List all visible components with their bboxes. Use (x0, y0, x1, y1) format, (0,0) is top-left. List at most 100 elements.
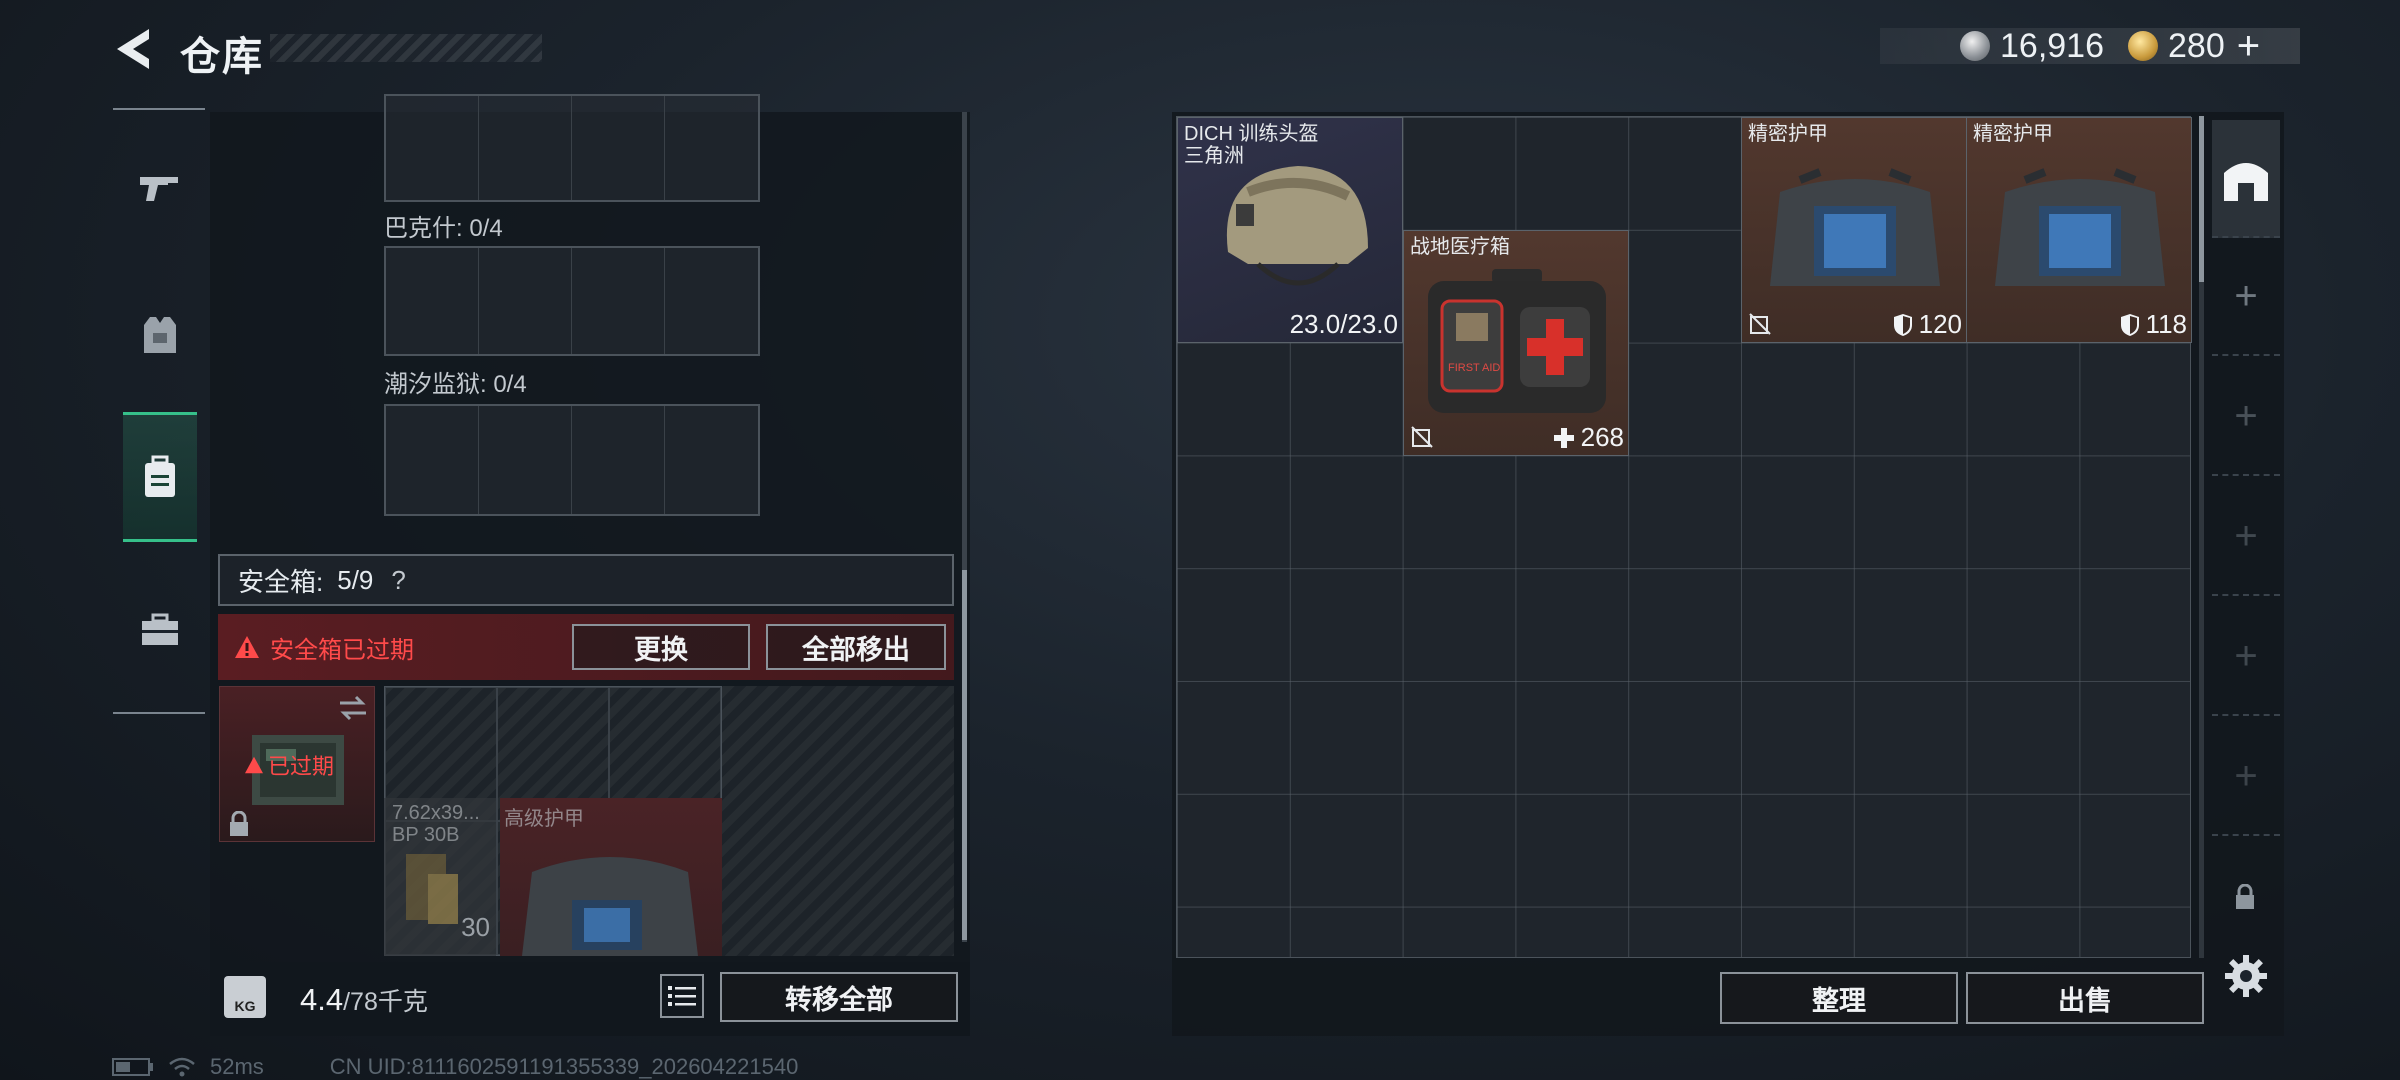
helmet-name: DICH 训练头盔 (1184, 123, 1319, 145)
add-icon: + (2234, 633, 2258, 678)
warning-icon (235, 636, 259, 658)
silver-currency-value: 16,916 (2000, 26, 2104, 65)
toolbox-icon (142, 613, 178, 645)
add-icon: + (2234, 753, 2258, 798)
expired-tag-text: 已过期 (268, 754, 335, 779)
lock-icon (230, 811, 248, 836)
tab-weapons[interactable] (123, 124, 197, 254)
tab-backpack[interactable] (123, 412, 197, 542)
back-arrow-icon (117, 29, 149, 69)
gear-icon (2225, 955, 2267, 997)
stash-home-icon (2224, 163, 2268, 201)
gun-icon (140, 177, 178, 201)
shield-icon (2120, 313, 2139, 336)
medkit-heal-amount: 268 (1580, 422, 1624, 452)
armor-2-durability: 118 (2120, 309, 2187, 340)
battery-icon (112, 1058, 153, 1076)
title-decoration (270, 34, 542, 62)
safebox-header: 安全箱: 5/9 ? (218, 554, 954, 606)
ping-value: 52ms (210, 1054, 264, 1079)
add-icon: + (2234, 393, 2258, 438)
safebox-expired-text: 安全箱已过期 (270, 636, 414, 664)
currency-bar: 16,916 280 + (1880, 24, 2300, 68)
safebox-slot[interactable]: 已过期 (219, 686, 375, 842)
list-icon (668, 986, 696, 1006)
stash-item-armor-1[interactable]: 精密护甲 120 (1741, 117, 1967, 343)
stash-page-main[interactable] (2212, 120, 2280, 238)
armor-2-icon (1995, 168, 2165, 286)
weight-icon: KG (224, 976, 266, 1018)
stash-page-add-3[interactable]: + (2212, 478, 2280, 596)
medkit-name: 战地医疗箱 (1410, 236, 1510, 258)
slot-grid-1[interactable] (384, 246, 760, 356)
shield-icon (1893, 313, 1912, 336)
stash-item-medkit[interactable]: 战地医疗箱 FIRST AID 268 (1403, 230, 1629, 456)
add-icon: + (2234, 513, 2258, 558)
weight-readout: 4.4/78千克 (300, 982, 428, 1018)
warning-small-icon (245, 756, 263, 774)
settings-button[interactable] (2224, 954, 2268, 1003)
sell-button[interactable]: 出售 (1966, 972, 2204, 1024)
helmet-icon (1226, 166, 1368, 286)
status-bar: 52ms CN UID:8111602591191355339_20260422… (112, 1054, 798, 1080)
ammo-name: 7.62x39... BP 30B (392, 802, 480, 846)
transfer-all-button[interactable]: 转移全部 (720, 972, 958, 1022)
lock-icon (2236, 883, 2254, 909)
page-title: 仓库 (180, 35, 264, 79)
weight-current: 4.4 (300, 982, 344, 1017)
wifi-icon (169, 1057, 195, 1077)
gold-coin-icon (2128, 31, 2158, 61)
stash-item-armor-2[interactable]: 精密护甲 118 (1966, 117, 2192, 343)
add-currency-button[interactable]: + (2237, 24, 2260, 69)
slot-grid-2[interactable] (384, 404, 760, 516)
ammo-count: 30 (461, 912, 490, 942)
slot-group-label-1: 巴克什: 0/4 (384, 215, 503, 242)
list-view-button[interactable] (660, 974, 704, 1018)
armor-2-name: 精密护甲 (1973, 123, 2053, 145)
no-insurance-icon (1411, 426, 1433, 448)
tab-toolbox[interactable] (123, 565, 197, 695)
stash-page-add-1[interactable]: + (2212, 238, 2280, 356)
ammo-icon (406, 854, 458, 924)
medkit-icon: FIRST AID (1428, 269, 1606, 413)
stash-lock-button[interactable] (2234, 883, 2256, 915)
stash-item-helmet[interactable]: DICH 训练头盔 三角洲 23.0/23.0 (1177, 117, 1403, 343)
armor-1-value: 120 (1918, 309, 1962, 339)
swap-icon[interactable] (338, 695, 368, 721)
armor-2-value: 118 (2145, 309, 2187, 339)
replace-button[interactable]: 更换 (572, 624, 750, 670)
left-scrollbar-thumb[interactable] (962, 570, 967, 940)
safebox-count: 5/9 (337, 564, 374, 595)
medkit-label-text: FIRST AID (1448, 362, 1500, 374)
silver-coin-icon (1960, 31, 1990, 61)
add-icon: + (2234, 273, 2258, 318)
armor-1-icon (1770, 168, 1940, 286)
sort-button[interactable]: 整理 (1720, 972, 1958, 1024)
expired-tag: 已过期 (244, 749, 334, 781)
stash-page-add-2[interactable]: + (2212, 358, 2280, 476)
rail-top-divider (113, 108, 205, 110)
armor-1-name: 精密护甲 (1748, 123, 1828, 145)
back-button[interactable] (108, 24, 158, 74)
stash-page-add-5[interactable]: + (2212, 718, 2280, 836)
stash-scrollbar-thumb[interactable] (2199, 116, 2204, 282)
stash-page-add-4[interactable]: + (2212, 598, 2280, 716)
slot-group-label-2: 潮汐监狱: 0/4 (384, 371, 527, 398)
medkit-heal-value: 268 (1553, 422, 1624, 453)
vest-icon (144, 317, 176, 353)
advanced-armor-item[interactable]: 高级护甲 (500, 798, 722, 956)
safebox-help-icon[interactable]: ? (391, 565, 405, 596)
no-insurance-icon (1749, 313, 1771, 335)
backpack-icon (145, 455, 175, 497)
rail-bottom-divider (113, 712, 205, 714)
helmet-durability: 23.0/23.0 (1289, 309, 1398, 339)
upper-slot-grid[interactable] (384, 94, 760, 202)
weight-max: /78千克 (343, 988, 428, 1016)
user-uid: CN UID:8111602591191355339_202604221540 (329, 1054, 799, 1079)
remove-all-button[interactable]: 全部移出 (766, 624, 946, 670)
armor-icon (522, 857, 698, 956)
armor-1-durability: 120 (1893, 309, 1962, 340)
gold-currency-value: 280 (2168, 26, 2225, 65)
ammo-item[interactable]: 7.62x39... BP 30B 30 (384, 798, 496, 956)
tab-gear[interactable] (123, 270, 197, 400)
